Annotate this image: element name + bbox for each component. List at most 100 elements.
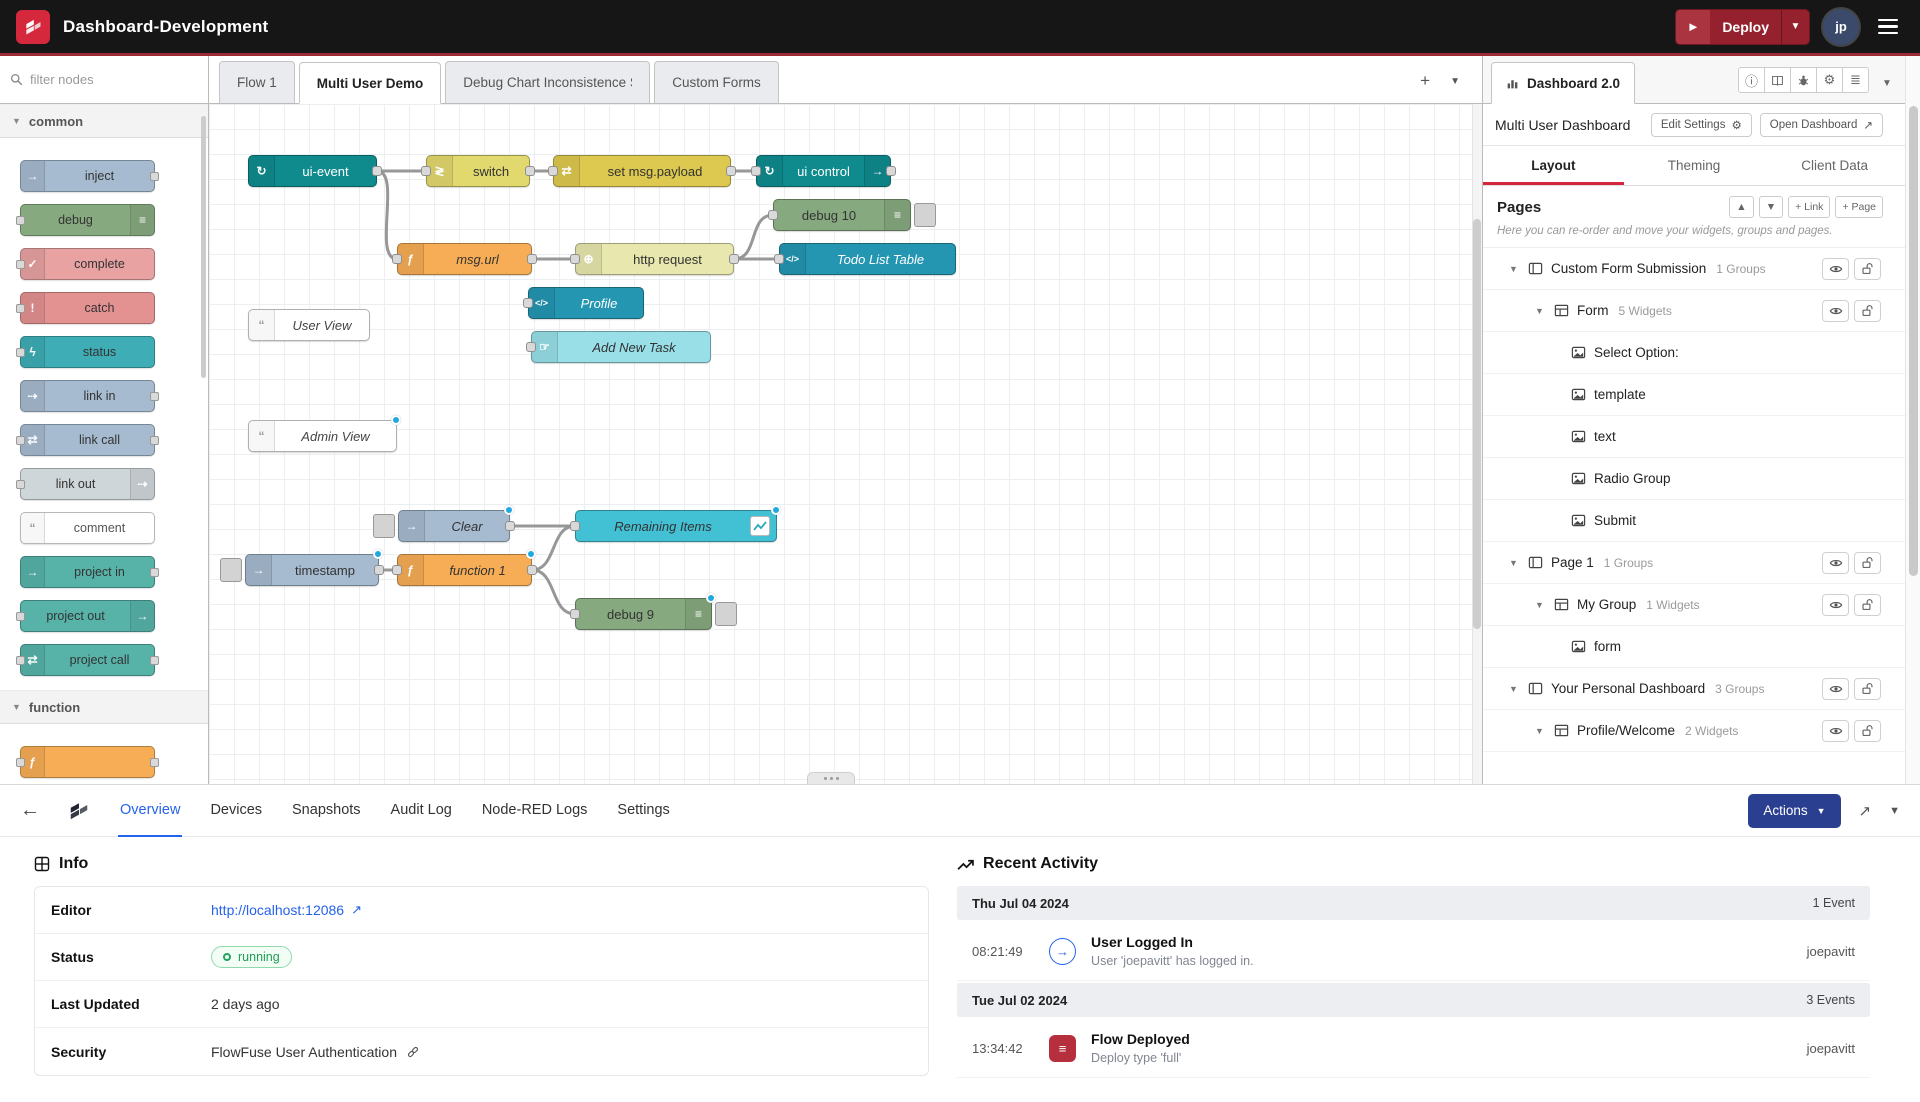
open-editor-icon[interactable]: ↗ [1859, 802, 1872, 820]
main-menu-icon[interactable] [1872, 13, 1904, 41]
link-chain-icon[interactable] [406, 1045, 420, 1059]
canvas-scrollbar[interactable] [1472, 104, 1482, 784]
palette-node-catch[interactable]: !catch [20, 292, 155, 324]
input-port[interactable] [392, 254, 402, 264]
flow-node-clear[interactable]: →Clear [373, 510, 510, 542]
debug-icon[interactable] [1790, 67, 1817, 93]
input-port[interactable] [774, 254, 784, 264]
move-down-button[interactable]: ▼ [1759, 196, 1783, 218]
output-port[interactable] [374, 565, 384, 575]
flow-node-function-1[interactable]: ƒfunction 1 [397, 554, 532, 586]
nav-tab-overview[interactable]: Overview [118, 785, 182, 837]
chevron-down-icon[interactable]: ▼ [1509, 558, 1520, 568]
visibility-toggle-button[interactable] [1822, 678, 1849, 700]
flow-node-add-new-task[interactable]: ☞Add New Task [531, 331, 711, 363]
flow-node-timestamp[interactable]: →timestamp [220, 554, 379, 586]
flow-node-remaining-items[interactable]: Remaining Items [575, 510, 777, 542]
visibility-toggle-button[interactable] [1822, 258, 1849, 280]
output-port[interactable] [505, 521, 515, 531]
move-up-button[interactable]: ▲ [1729, 196, 1753, 218]
flow-node-switch[interactable]: ≷switch [426, 155, 530, 187]
flow-node-debug-10[interactable]: debug 10≡ [773, 199, 936, 231]
edit-settings-button[interactable]: Edit Settings⚙ [1651, 113, 1752, 137]
palette-node-complete[interactable]: ✓complete [20, 248, 155, 280]
lock-toggle-button[interactable] [1854, 258, 1881, 280]
flow-node-ui-event[interactable]: ↻ui-event [248, 155, 377, 187]
tree-row-form[interactable]: ▼Form5 Widgets [1483, 290, 1905, 332]
output-port[interactable] [886, 166, 896, 176]
lock-toggle-button[interactable] [1854, 552, 1881, 574]
actions-button[interactable]: Actions▼ [1748, 794, 1840, 828]
lock-toggle-button[interactable] [1854, 300, 1881, 322]
nav-tab-snapshots[interactable]: Snapshots [290, 785, 363, 837]
tab-theming[interactable]: Theming [1624, 146, 1765, 185]
activity-event-row[interactable]: 08:21:49→User Logged InUser 'joepavitt' … [957, 922, 1870, 981]
help-book-icon[interactable] [1764, 67, 1791, 93]
nav-tab-devices[interactable]: Devices [208, 785, 264, 837]
input-port[interactable] [570, 521, 580, 531]
chevron-down-icon[interactable]: ▼ [1535, 600, 1546, 610]
palette-category-common[interactable]: ▼common [0, 104, 208, 138]
flow-node-debug-9[interactable]: debug 9≡ [575, 598, 737, 630]
flow-node-msg-url[interactable]: ƒmsg.url [397, 243, 532, 275]
tree-row-custom-form-submission[interactable]: ▼Custom Form Submission1 Groups [1483, 248, 1905, 290]
tree-row-profile-welcome[interactable]: ▼Profile/Welcome2 Widgets [1483, 710, 1905, 752]
info-icon[interactable]: ⓘ [1738, 67, 1765, 93]
flow-list-chevron-icon[interactable]: ▼ [1450, 76, 1460, 87]
inject-button[interactable] [220, 558, 242, 582]
flow-tab-flow-1[interactable]: Flow 1 [219, 61, 295, 103]
tree-row-your-personal-dashboard[interactable]: ▼Your Personal Dashboard3 Groups [1483, 668, 1905, 710]
collapse-panel-icon[interactable]: ▼ [1889, 805, 1900, 817]
input-port[interactable] [751, 166, 761, 176]
flow-node-profile[interactable]: </>Profile [528, 287, 644, 319]
palette-category-function[interactable]: ▼function [0, 690, 208, 724]
palette-scrollbar[interactable] [201, 116, 206, 378]
lock-toggle-button[interactable] [1854, 720, 1881, 742]
flow-tab-debug-chart-inconsistence-s[interactable]: Debug Chart Inconsistence S [445, 61, 650, 103]
flow-node-user-view[interactable]: “User View [248, 309, 370, 341]
tree-row-page-1[interactable]: ▼Page 11 Groups [1483, 542, 1905, 584]
output-port[interactable] [525, 166, 535, 176]
add-page-button[interactable]: + Page [1835, 196, 1883, 218]
output-port[interactable] [372, 166, 382, 176]
add-link-button[interactable]: + Link [1788, 196, 1830, 218]
nav-tab-node-red-logs[interactable]: Node-RED Logs [480, 785, 590, 837]
visibility-toggle-button[interactable] [1822, 300, 1849, 322]
deploy-button[interactable]: ► Deploy ▼ [1675, 9, 1810, 45]
output-port[interactable] [527, 254, 537, 264]
panel-resize-handle[interactable] [807, 772, 855, 784]
tab-client-data[interactable]: Client Data [1764, 146, 1905, 185]
tree-row-my-group[interactable]: ▼My Group1 Widgets [1483, 584, 1905, 626]
user-avatar[interactable]: jp [1823, 9, 1859, 45]
tree-row-form[interactable]: form [1483, 626, 1905, 668]
flow-tab-custom-forms[interactable]: Custom Forms [654, 61, 779, 103]
lock-toggle-button[interactable] [1854, 594, 1881, 616]
flow-tab-multi-user-demo[interactable]: Multi User Demo [299, 62, 442, 104]
flowfuse-logo-icon[interactable] [16, 10, 50, 44]
add-flow-icon[interactable]: + [1420, 71, 1430, 91]
editor-link[interactable]: http://localhost:12086↗ [211, 902, 362, 918]
palette-node-function[interactable]: ƒ [20, 746, 155, 778]
palette-node-link-call[interactable]: ⇄link call [20, 424, 155, 456]
settings-gear-icon[interactable]: ⚙ [1816, 67, 1843, 93]
visibility-toggle-button[interactable] [1822, 594, 1849, 616]
input-port[interactable] [526, 342, 536, 352]
inject-button[interactable] [373, 514, 395, 538]
window-scrollbar-thumb[interactable] [1909, 106, 1918, 576]
input-port[interactable] [523, 298, 533, 308]
palette-node-comment[interactable]: “comment [20, 512, 155, 544]
tree-row-text[interactable]: text [1483, 416, 1905, 458]
input-port[interactable] [570, 609, 580, 619]
open-dashboard-button[interactable]: Open Dashboard↗ [1760, 113, 1883, 137]
palette-filter-input[interactable] [30, 72, 170, 87]
chevron-down-icon[interactable]: ▼ [1509, 684, 1520, 694]
tree-row-select-option[interactable]: Select Option: [1483, 332, 1905, 374]
input-port[interactable] [768, 210, 778, 220]
palette-node-debug[interactable]: debug≡ [20, 204, 155, 236]
layers-icon[interactable]: ≣ [1842, 67, 1869, 93]
output-port[interactable] [729, 254, 739, 264]
tree-row-submit[interactable]: Submit [1483, 500, 1905, 542]
window-scrollbar[interactable] [1905, 56, 1920, 784]
deploy-chevron-icon[interactable]: ▼ [1781, 10, 1809, 44]
palette-node-inject[interactable]: →inject [20, 160, 155, 192]
